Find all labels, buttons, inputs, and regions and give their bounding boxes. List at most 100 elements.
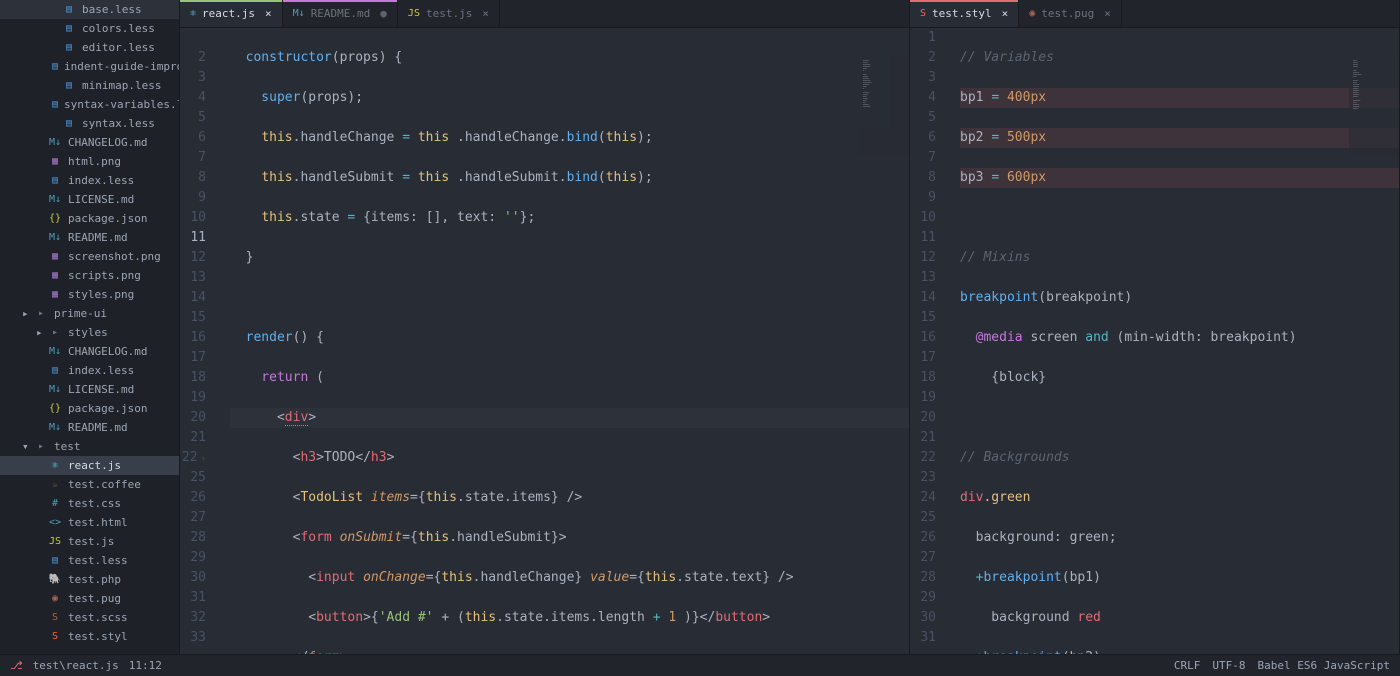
line-number: 13 (910, 268, 936, 288)
line-number: 11 (910, 228, 936, 248)
tree-item-styles-png[interactable]: ▦styles.png (0, 285, 179, 304)
line-number: 4 (180, 88, 206, 108)
tree-item-label: test.js (68, 535, 114, 548)
line-number: 22 (910, 448, 936, 468)
tree-item-indent-guide-improved-less[interactable]: ▤indent-guide-improved.less (0, 57, 179, 76)
tree-item-label: test.php (68, 573, 121, 586)
tab-test-js[interactable]: JS test.js × (398, 0, 500, 27)
status-line-ending[interactable]: CRLF (1174, 659, 1201, 672)
status-grammar[interactable]: Babel ES6 JavaScript (1258, 659, 1390, 672)
md-icon: M↓ (48, 345, 62, 359)
tree-item-test[interactable]: ▾▸test (0, 437, 179, 456)
tree-item-label: styles (68, 326, 108, 339)
tree-item-label: test.scss (68, 611, 128, 624)
status-encoding[interactable]: UTF-8 (1212, 659, 1245, 672)
js-icon: JS (408, 8, 420, 19)
folder-icon: ▸ (48, 326, 62, 340)
file-tree[interactable]: ▤base.less▤colors.less▤editor.less▤inden… (0, 0, 180, 654)
tree-item-minimap-less[interactable]: ▤minimap.less (0, 76, 179, 95)
tab-readme-md[interactable]: M↓ README.md ● (283, 0, 398, 27)
tree-item-test-css[interactable]: #test.css (0, 494, 179, 513)
less-icon: ▤ (48, 364, 62, 378)
code-left[interactable]: constructor(props) { super(props); this.… (220, 28, 909, 654)
tree-item-label: minimap.less (82, 79, 161, 92)
line-number: 3 (180, 68, 206, 88)
less-icon: ▤ (52, 98, 58, 112)
tree-item-test-html[interactable]: <>test.html (0, 513, 179, 532)
tree-item-README-md[interactable]: M↓README.md (0, 418, 179, 437)
tree-item-test-styl[interactable]: Stest.styl (0, 627, 179, 646)
less-icon: ▤ (48, 554, 62, 568)
tree-item-screenshot-png[interactable]: ▦screenshot.png (0, 247, 179, 266)
tree-item-react-js[interactable]: ⚛react.js (0, 456, 179, 475)
coffee-icon: ☕ (48, 478, 62, 492)
less-icon: ▤ (62, 22, 76, 36)
line-number: 2 (180, 48, 206, 68)
tree-item-CHANGELOG-md[interactable]: M↓ CHANGELOG.md (0, 342, 179, 361)
close-icon[interactable]: × (1002, 7, 1009, 20)
editor-pane-left: ⚛ react.js × M↓ README.md ● JS test.js ×… (180, 0, 910, 654)
tree-item-colors-less[interactable]: ▤colors.less (0, 19, 179, 38)
less-icon: ▤ (48, 174, 62, 188)
tree-item-CHANGELOG-md[interactable]: M↓CHANGELOG.md (0, 133, 179, 152)
line-number: 9 (180, 188, 206, 208)
tab-label: react.js (202, 7, 255, 20)
tree-item-label: CHANGELOG.md (68, 345, 147, 358)
close-icon[interactable]: × (265, 7, 272, 20)
tree-item-LICENSE-md[interactable]: M↓LICENSE.md (0, 380, 179, 399)
tree-item-syntax-variables-less[interactable]: ▤syntax-variables.less (0, 95, 179, 114)
line-number: 10 (910, 208, 936, 228)
tree-item-test-php[interactable]: 🐘test.php (0, 570, 179, 589)
tree-item-label: screenshot.png (68, 250, 161, 263)
tree-item-README-md[interactable]: M↓README.md (0, 228, 179, 247)
tree-item-test-pug[interactable]: ◉test.pug (0, 589, 179, 608)
status-path[interactable]: test\react.js (33, 659, 119, 672)
line-number: 9 (910, 188, 936, 208)
editor-left[interactable]: 2345678910111213141516171819202122›25262… (180, 28, 909, 654)
tree-item-label: LICENSE.md (68, 193, 134, 206)
line-number: 8 (180, 168, 206, 188)
line-number: 6 (910, 128, 936, 148)
line-number: 5 (180, 108, 206, 128)
tree-item-index-less[interactable]: ▤index.less (0, 171, 179, 190)
line-number: 30 (910, 608, 936, 628)
tab-test-pug[interactable]: ◉ test.pug × (1019, 0, 1122, 27)
line-number: 31 (180, 588, 206, 608)
git-icon[interactable]: ⎇ (10, 659, 23, 672)
line-number: 27 (910, 548, 936, 568)
minimap-right[interactable]: ▬▬▬▬▬▬▬▬▬▬▬▬▬▬▬▬▬▬▬▬▬▬▬▬▬▬▬▬▬▬▬▬▬▬▬▬▬▬▬▬… (1349, 56, 1399, 156)
line-number: 1 (910, 28, 936, 48)
tree-item-test-scss[interactable]: Stest.scss (0, 608, 179, 627)
status-cursor-position[interactable]: 11:12 (129, 659, 162, 672)
tab-test-styl[interactable]: S test.styl × (910, 0, 1019, 27)
fold-icon[interactable]: › (201, 454, 206, 464)
close-icon[interactable]: × (482, 7, 489, 20)
editor-right[interactable]: 1234567891011121314151617181920212223242… (910, 28, 1399, 654)
tree-item-prime-ui[interactable]: ▸▸prime-ui (0, 304, 179, 323)
styl-icon: S (48, 630, 62, 644)
tree-item-package-json[interactable]: {}package.json (0, 399, 179, 418)
tree-item-package-json[interactable]: {}package.json (0, 209, 179, 228)
pug-icon: ◉ (1029, 8, 1035, 19)
tree-item-index-less[interactable]: ▤index.less (0, 361, 179, 380)
tree-item-label: test.pug (68, 592, 121, 605)
tree-item-html-png[interactable]: ▦html.png (0, 152, 179, 171)
tree-item-label: html.png (68, 155, 121, 168)
minimap-left[interactable]: ▬▬▬▬▬▬▬▬▬▬▬▬▬▬▬▬▬▬▬▬▬▬▬▬▬▬▬▬▬▬▬▬▬▬▬▬▬▬▬▬… (859, 56, 909, 156)
tree-item-syntax-less[interactable]: ▤syntax.less (0, 114, 179, 133)
close-icon[interactable]: × (1104, 7, 1111, 20)
less-icon: ▤ (62, 41, 76, 55)
tree-item-test-less[interactable]: ▤test.less (0, 551, 179, 570)
tab-react-js[interactable]: ⚛ react.js × (180, 0, 283, 27)
tree-item-test-js[interactable]: JStest.js (0, 532, 179, 551)
tree-item-test-coffee[interactable]: ☕test.coffee (0, 475, 179, 494)
line-number: 12 (180, 248, 206, 268)
tree-item-LICENSE-md[interactable]: M↓LICENSE.md (0, 190, 179, 209)
tree-item-label: README.md (68, 231, 128, 244)
tree-item-label: editor.less (82, 41, 155, 54)
code-right[interactable]: // Variables bp1 = 400px bp2 = 500px bp3… (950, 28, 1399, 654)
tree-item-scripts-png[interactable]: ▦scripts.png (0, 266, 179, 285)
tree-item-editor-less[interactable]: ▤ editor.less (0, 38, 179, 57)
tree-item-base-less[interactable]: ▤base.less (0, 0, 179, 19)
tree-item-styles[interactable]: ▸▸styles (0, 323, 179, 342)
